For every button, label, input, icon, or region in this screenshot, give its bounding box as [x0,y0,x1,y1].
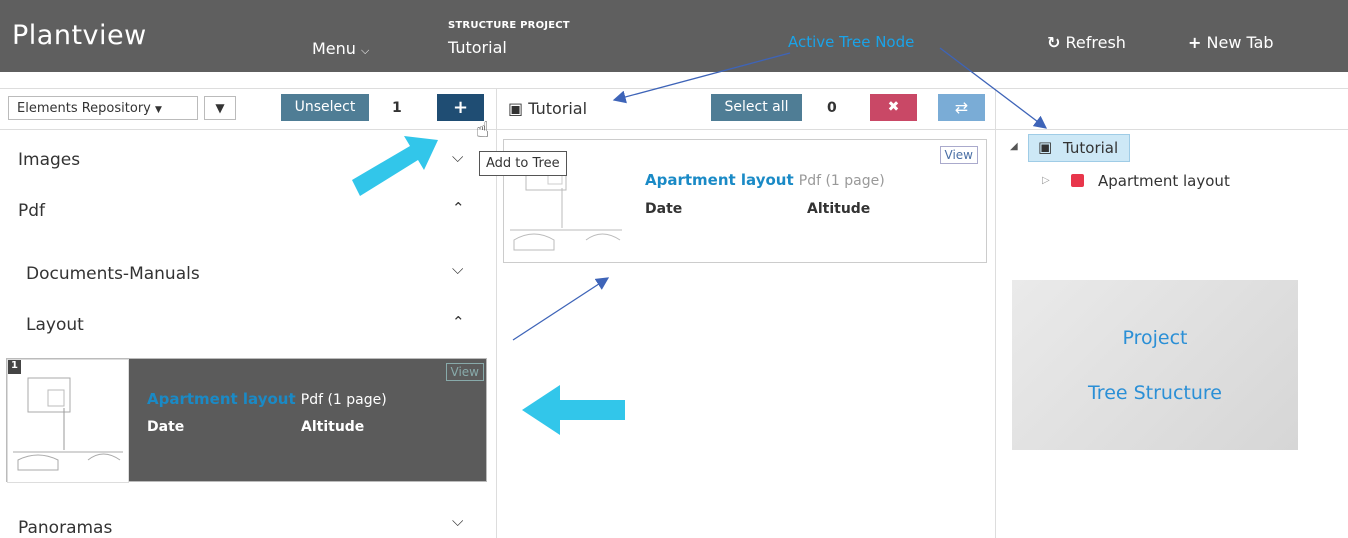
cyan-arrow-to-left-card [522,385,625,435]
arrow-to-card [512,277,610,341]
arrow-to-breadcrumb [612,52,791,104]
annotation-arrows-layer [352,47,1048,435]
cyan-arrow-to-add [352,136,438,196]
arrow-to-tree-node [939,47,1048,129]
